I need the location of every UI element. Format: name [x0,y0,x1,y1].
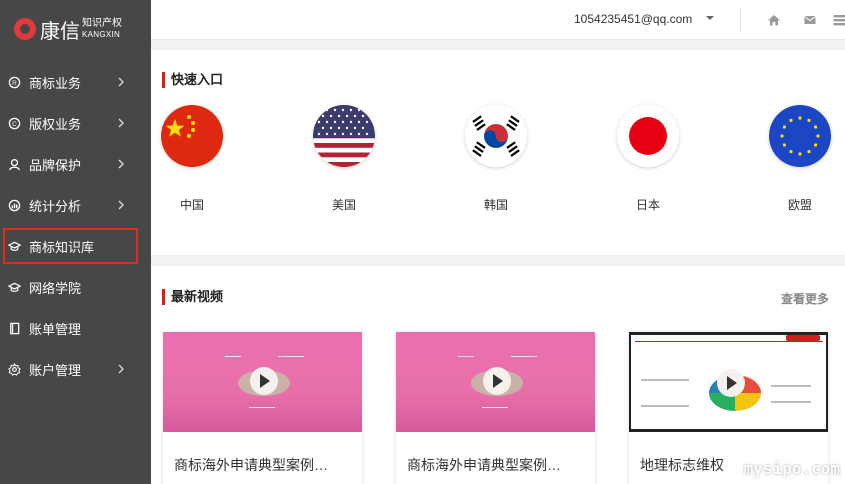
chevron-right-icon [118,159,124,169]
graduation-cap-icon [7,239,21,253]
slide-text [225,356,241,357]
svg-text:R: R [12,80,17,87]
kangxin-logo-icon [14,18,36,40]
slide-header-rule [635,341,823,342]
view-more-link[interactable]: 查看更多 [781,290,829,307]
video-thumbnail[interactable] [629,332,828,432]
sidebar-item-label: 版权业务 [29,117,82,132]
chevron-right-icon [118,364,124,374]
sidebar-item-online-academy[interactable]: 网络学院 [0,267,151,308]
latest-videos-title: 最新视频 [162,289,223,305]
home-icon[interactable] [767,13,781,27]
brand-logo[interactable]: 康信 知识产权 KANGXIN [0,0,151,58]
latest-videos-section: 最新视频 查看更多 商标海外申请典型案例… 商标海外申请典型案例… 地理标志维权 [151,266,845,484]
sidebar-item-trademark[interactable]: R 商标业务 [0,62,151,103]
sidebar-item-label: 品牌保护 [29,158,82,173]
sidebar-item-copyright[interactable]: C 版权业务 [0,103,151,144]
quick-entry-section: 快速入口 中国 美国 韩国 日本 欧盟 [151,50,845,255]
sidebar-item-label: 统计分析 [29,199,82,214]
korea-flag-icon[interactable] [465,105,527,167]
sidebar-item-brand-protection[interactable]: 品牌保护 [0,144,151,185]
slide-text [641,405,689,407]
brand-subtitle: 知识产权 KANGXIN [82,19,122,39]
flag-label[interactable]: 中国 [161,196,223,213]
copyright-icon: C [7,117,21,131]
video-card[interactable]: 商标海外申请典型案例… [163,332,362,484]
eu-flag-icon[interactable] [769,105,831,167]
sidebar-item-label: 商标业务 [29,76,82,91]
sidebar-item-label: 网络学院 [29,281,82,296]
sidebar-item-label: 账单管理 [29,322,82,337]
slide-text [249,407,275,408]
chevron-right-icon [118,200,124,210]
grid-icon[interactable] [832,13,845,27]
video-thumbnail[interactable] [163,332,362,432]
slide-text [771,401,811,403]
slide-logo [786,335,820,341]
flag-label[interactable]: 美国 [313,196,375,213]
user-email[interactable]: 1054235451@qq.com [574,12,692,26]
quick-entry-title: 快速入口 [162,72,223,88]
slide-text [641,379,689,381]
brand-name: 康信 [40,20,80,43]
japan-flag-icon[interactable] [617,105,679,167]
trademark-icon: R [7,76,21,90]
divider [740,9,741,31]
user-icon [7,158,21,172]
sidebar-item-billing[interactable]: 账单管理 [0,308,151,349]
sidebar-nav: R 商标业务 C 版权业务 品牌保护 统计分析 商标知识库 网络学院 账单管理 … [0,62,151,390]
chevron-right-icon [118,118,124,128]
chevron-right-icon [118,77,124,87]
play-icon[interactable] [483,367,511,395]
flag-label[interactable]: 韩国 [465,196,527,213]
video-card[interactable]: 商标海外申请典型案例… [396,332,595,484]
svg-text:C: C [12,121,17,128]
flag-label[interactable]: 日本 [617,196,679,213]
slide-text [278,356,304,357]
sidebar-item-statistics[interactable]: 统计分析 [0,185,151,226]
china-flag-icon[interactable] [161,105,223,167]
slide-text [482,407,508,408]
usa-flag-icon[interactable] [313,105,375,167]
top-bar: 1054235451@qq.com [151,0,845,40]
chart-icon [7,199,21,213]
mail-icon[interactable] [803,13,817,27]
brand-sub-cn: 知识产权 [82,18,122,29]
watermark: mysipo.com [743,459,840,478]
sidebar: 康信 知识产权 KANGXIN R 商标业务 C 版权业务 品牌保护 统计分析 [0,0,151,484]
flag-label[interactable]: 欧盟 [769,196,831,213]
gear-icon [7,363,21,377]
video-title[interactable]: 商标海外申请典型案例… [174,455,354,475]
sidebar-item-trademark-knowledge[interactable]: 商标知识库 [3,228,138,264]
chevron-down-icon[interactable] [706,16,714,20]
brand-sub-en: KANGXIN [82,30,121,39]
slide-text [458,356,474,357]
sidebar-item-account[interactable]: 账户管理 [0,349,151,390]
book-icon [7,322,21,336]
graduation-cap-icon [7,281,21,295]
slide-text [771,385,811,387]
play-icon[interactable] [717,369,745,397]
video-title[interactable]: 商标海外申请典型案例… [407,455,587,475]
play-icon[interactable] [250,367,278,395]
slide-text [511,356,537,357]
video-thumbnail[interactable] [396,332,595,432]
sidebar-item-label: 账户管理 [29,363,82,378]
sidebar-item-label: 商标知识库 [29,239,95,255]
